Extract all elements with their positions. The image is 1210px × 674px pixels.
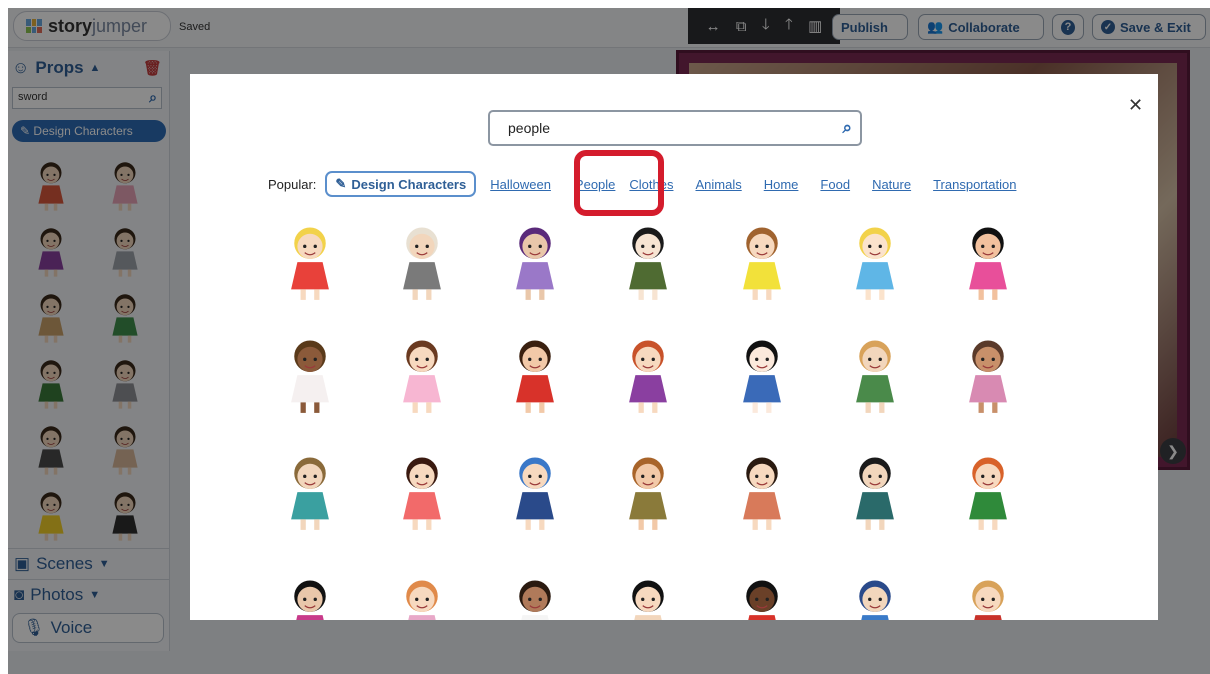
modal-search-input[interactable]: people ⌕ [488,110,862,146]
pencil-icon: ✎ [335,176,347,191]
character-figure [969,457,1007,530]
result-kid-blue-hood[interactable] [485,440,585,540]
character-figure [743,227,781,300]
character-figure [403,227,441,300]
result-ballerina-girl[interactable] [372,323,472,423]
character-figure [516,340,554,413]
result-girl-pink-outfit[interactable] [372,440,472,540]
popular-link-animals[interactable]: Animals [695,177,741,192]
character-figure [294,580,326,620]
character-figure [291,340,329,413]
popular-link-transportation[interactable]: Transportation [933,177,1016,192]
result-curly-hair-teal[interactable] [260,440,360,540]
character-figure [629,340,667,413]
close-icon[interactable]: ✕ [1128,96,1143,114]
character-figure [291,457,329,530]
popular-label: Popular: [268,176,317,192]
character-figure [743,340,781,413]
character-figure [856,457,894,530]
popular-categories: Popular: ✎ Design Characters Halloween Peo… [268,170,1118,198]
design-characters-button[interactable]: ✎ Design Characters [325,171,477,197]
result-girl-red-hair[interactable] [598,323,698,423]
character-figure [629,457,667,530]
character-figure [403,340,441,413]
popular-link-halloween[interactable]: Halloween [490,177,551,192]
result-teacher-desk[interactable] [485,563,585,620]
character-figure [856,227,894,300]
character-figure [856,340,894,413]
search-results-grid [260,210,1010,620]
character-figure [291,227,329,300]
result-girl-striped-dress[interactable] [712,440,812,540]
result-girl-black-curls[interactable] [260,563,360,620]
search-icon[interactable]: ⌕ [842,118,852,138]
character-figure [743,457,781,530]
result-boy-teal-sweater[interactable] [825,440,925,540]
result-girl-yellow-dress[interactable] [712,210,812,310]
character-figure [969,340,1007,413]
character-figure [519,580,551,620]
result-snow-white[interactable] [712,323,812,423]
character-figure [406,580,438,620]
character-figure [969,227,1007,300]
result-knight-girl[interactable] [825,323,925,423]
character-figure [516,227,554,300]
result-girl-ginger-hair[interactable] [372,563,472,620]
character-figure [632,580,664,620]
character-figure [516,457,554,530]
app-window: storyjumper Saved ↔ ⧉ 🡓 🡑 ▥ Publish 👥 Col… [8,8,1210,674]
highlight-box [574,150,664,216]
result-kid-soccer[interactable] [712,563,812,620]
result-girl-black-hair-big[interactable] [598,210,698,310]
character-figure [859,580,891,620]
popular-link-food[interactable]: Food [820,177,850,192]
result-blonde-blue-dress[interactable] [825,210,925,310]
character-figure [629,227,667,300]
popular-link-home[interactable]: Home [764,177,799,192]
result-woman-purple-suit[interactable] [485,210,585,310]
result-kid-blue-cap[interactable] [825,563,925,620]
result-ice-skater[interactable] [485,323,585,423]
result-girl-black-bob[interactable] [938,210,1038,310]
result-man-gray-vest[interactable] [372,210,472,310]
character-figure [403,457,441,530]
result-bear-girl-pink[interactable] [938,323,1038,423]
result-alice-girl[interactable] [260,210,360,310]
result-redhead-green-gown[interactable] [938,440,1038,540]
character-figure [972,580,1004,620]
result-woman-red-top[interactable] [938,563,1038,620]
prop-search-modal: ✕ people ⌕ Popular: ✎ Design Characters H… [190,74,1158,620]
result-kid-pink-sweater[interactable] [260,323,360,423]
character-figure [746,580,778,620]
popular-link-nature[interactable]: Nature [872,177,911,192]
result-girl-bowl-cut[interactable] [598,563,698,620]
result-ranger-hat[interactable] [598,440,698,540]
